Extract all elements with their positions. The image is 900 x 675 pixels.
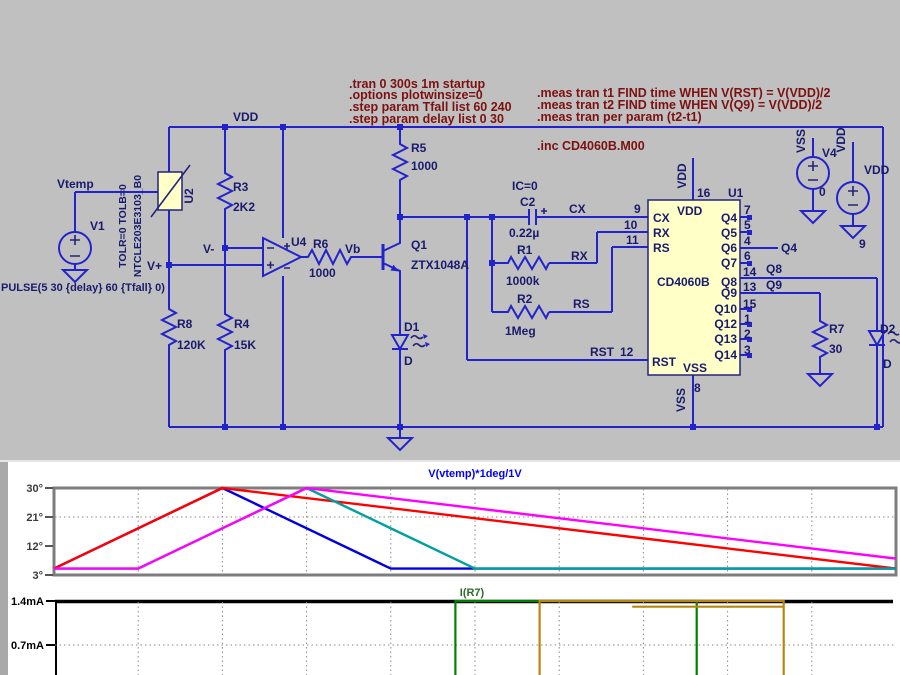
y-tick-label: 3° [32,570,43,582]
net-label-rst: RST [590,345,615,359]
v4-value: 0 [819,185,826,199]
vdd-source-name: VDD [864,163,890,177]
net-label-q9: Q9 [766,278,782,292]
ic-pin-q14: Q14 [714,348,737,362]
plot-window-left-margin [0,460,8,675]
vdd-source-net: VDD [834,127,848,153]
r2-value: 1Meg [505,324,536,338]
d2-name: D2 [880,322,896,336]
pin-number-5: 5 [744,218,751,232]
pin-number-7: 7 [744,203,751,217]
v1-name: V1 [90,219,105,233]
net-label-vdd-rail: VDD [233,110,259,124]
y-tick-label: 12° [26,541,43,553]
r8-value: 120K [177,338,206,352]
ic-vss-net: VSS [674,388,688,412]
ic-pin-rst: RST [652,355,677,369]
d1-name: D1 [404,320,420,334]
r7-name: R7 [829,322,845,336]
r6-value: 1000 [309,266,336,280]
r5-value: 1000 [411,159,438,173]
r3-name: R3 [233,180,249,194]
c2-name: C2 [520,195,536,209]
r4-value: 15K [234,338,256,352]
pin-number-15: 15 [743,297,757,311]
directive-meas-per: .meas tran per param (t2-t1) [537,110,702,124]
ltspice-window: .tran 0 300s 1m startup .options plotwins… [0,0,900,675]
r6-name: R6 [313,237,329,251]
ic-pin-cx: CX [653,211,670,225]
ic-pin-q9: Q9 [721,286,737,300]
y-tick-label: 21° [26,512,43,524]
pin-number-11: 11 [626,233,639,247]
pin-number-13: 13 [743,280,757,294]
r3-value: 2K2 [233,200,255,214]
net-label-q4: Q4 [781,241,797,255]
pin-number-8: 8 [694,381,701,395]
net-label-rx: RX [571,249,588,263]
net-label-vminus: V- [203,242,214,256]
u2-tolerance: TOLR=0 TOLB=0 [117,184,129,268]
ic-part-number: CD4060B [657,275,710,289]
v4-net-vss: VSS [794,129,808,153]
directive-inc: .inc CD4060B.M00 [537,139,645,153]
pin-number-4: 4 [744,234,751,248]
c2-initial-condition: IC=0 [512,179,538,193]
u2-part-number: NTCLE203E3103_B0 [132,175,144,277]
net-label-rs: RS [573,297,590,311]
r2-name: R2 [517,292,533,306]
schematic-canvas[interactable]: .tran 0 300s 1m startup.options plotwins… [0,0,900,460]
ic-name: U1 [728,186,744,200]
d1-type: D [404,354,413,368]
ic-pin-q4: Q4 [721,211,737,225]
net-label-vb: Vb [345,242,360,256]
u2-name: U2 [182,188,196,204]
net-label-vtemp: Vtemp [57,177,94,191]
u4-name: U4 [291,235,307,249]
r1-value: 1000k [506,274,540,288]
ic-pin-q13: Q13 [714,332,737,346]
ic-pin-q7: Q7 [721,256,737,270]
net-label-cx: CX [569,202,586,216]
pin-number-14: 14 [743,265,757,279]
y-tick-label: 1.4mA [11,596,44,608]
d2-type: D [883,357,892,371]
window-split-divider[interactable] [0,460,900,462]
r4-name: R4 [234,317,250,331]
directive-step-delay: .step param delay list 0 30 [349,112,504,126]
ic-pin-q6: Q6 [721,241,737,255]
q1-value: ZTX1048A [411,258,469,272]
ic-pin-q10: Q10 [714,302,737,316]
y-tick-label: 30° [26,483,43,495]
net-label-vplus: V+ [147,259,162,273]
ic-pin-vss: VSS [683,361,707,375]
ic-pin-rx: RX [653,226,670,240]
pin-number-6: 6 [744,249,751,263]
pane1-title: V(vtemp)*1deg/1V [428,468,522,480]
pin-number-10: 10 [624,218,638,232]
pin-number-12: 12 [620,345,634,359]
waveform-viewer[interactable]: 30° 21° 12° 3° V(vtemp)*1deg/1V 1.4mA 0.7mA I(R… [0,460,900,675]
q1-name: Q1 [411,238,427,252]
ic-pin-vdd: VDD [677,204,703,218]
r7-value: 30 [829,342,843,356]
net-label-q8: Q8 [766,262,782,276]
y-tick-label: 0.7mA [11,640,44,652]
c2-value: 0.22µ [509,226,539,240]
ic-pin-q5: Q5 [721,226,737,240]
pin-number-9: 9 [634,202,641,216]
v1-value: PULSE(5 30 {delay} 60 {Tfall} 0) [1,282,165,294]
r1-name: R1 [517,243,533,257]
r8-name: R8 [177,317,193,331]
ic-pin-rs: RS [653,241,670,255]
ic-vdd-net: VDD [675,163,689,189]
pin-number-1: 1 [744,312,751,326]
ic-pin-q12: Q12 [714,317,737,331]
pin-number-16: 16 [697,186,711,200]
pane2-title: I(R7) [460,587,485,599]
vdd-source-value: 9 [859,237,866,251]
r5-name: R5 [411,141,427,155]
pin-number-2: 2 [744,327,751,341]
pin-number-3: 3 [744,343,751,357]
